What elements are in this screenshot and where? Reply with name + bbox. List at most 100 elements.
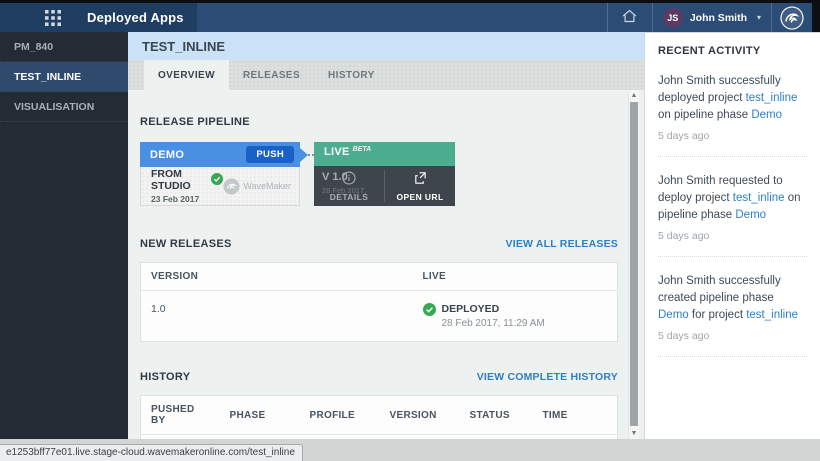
activity-text: John Smith requested to deploy project t… [658,173,807,224]
new-releases-heading: NEW RELEASES [140,238,232,250]
activity-time: 5 days ago [658,330,807,342]
project-link[interactable]: test_inline [733,192,785,204]
column-pushed-by: PUSHED BY [141,396,220,435]
beta-badge: BETA [353,146,372,153]
recent-activity-panel: RECENT ACTIVITY John Smith successfully … [644,32,820,439]
success-check-icon [211,173,223,188]
scroll-down-arrow[interactable]: ▼ [629,428,639,439]
history-heading: HISTORY [140,371,190,383]
user-menu[interactable]: JS John Smith ▾ [653,3,771,32]
activity-text-part: on pipeline phase [658,109,751,121]
project-link[interactable]: test_inline [746,309,798,321]
open-url-label: OPEN URL [396,192,443,202]
activity-item: John Smith successfully deployed project… [658,57,807,157]
vertical-scrollbar[interactable]: ▲ ▼ [628,90,639,439]
column-version: VERSION [380,396,460,435]
wavemaker-logo [772,3,812,32]
phase-link[interactable]: Demo [658,309,689,321]
release-version: 1.0 [141,291,413,342]
live-card-header: LIVE BETA [314,142,455,166]
release-pipeline-heading: RELEASE PIPELINE [140,116,618,128]
topbar: Deployed Apps JS John Smith ▾ [0,0,820,32]
brand-section: Deployed Apps [0,3,197,32]
status-url-tooltip: e1253bff77e01.live.stage-cloud.wavemaker… [0,444,303,461]
window-edge [812,3,820,32]
live-card-body: V 1.0 28 Feb 2017, DETAIL [314,166,455,206]
demo-card-header: DEMO PUSH [140,142,300,167]
push-button[interactable]: PUSH [246,146,294,163]
sidebar-item-test-inline[interactable]: TEST_INLINE [0,62,128,92]
sidebar-item-pm-840[interactable]: PM_840 [0,32,128,62]
tab-releases[interactable]: RELEASES [229,60,314,90]
projects-sidebar: PM_840 TEST_INLINE VISUALISATION [0,32,128,439]
details-button[interactable]: DETAILS [314,166,384,206]
home-icon [621,8,638,27]
details-label: DETAILS [330,192,369,202]
deploy-time: 28 Feb 2017, 11:29 AM [442,318,545,329]
avatar: JS [663,8,683,28]
phase-link[interactable]: Demo [735,209,766,221]
activity-text-part: for project [689,309,747,321]
new-releases-table: VERSION LIVE 1.0 [140,262,618,342]
column-time: TIME [533,396,618,435]
tabstrip: OVERVIEW RELEASES HISTORY [128,60,644,90]
from-studio-label: FROM STUDIO [151,168,207,192]
view-all-releases-link[interactable]: VIEW ALL RELEASES [506,238,619,250]
open-url-button[interactable]: OPEN URL [385,166,455,206]
overview-content: RELEASE PIPELINE DEMO PUSH FROM STUDIO [128,90,644,439]
column-version: VERSION [141,263,413,291]
column-status: STATUS [460,396,533,435]
wavemaker-mini-logo: WaveMaker [223,178,291,195]
success-check-icon [423,303,436,319]
demo-deploy-date: 23 Feb 2017 [151,194,223,204]
deploy-status: DEPLOYED [442,303,545,315]
scrollbar-thumb[interactable] [630,102,638,426]
activity-item: John Smith requested to deploy project t… [658,157,807,257]
sidebar-item-label: PM_840 [14,41,53,53]
table-header-row: PUSHED BY PHASE PROFILE VERSION STATUS T… [141,396,618,435]
activity-divider [658,356,807,357]
scroll-up-arrow[interactable]: ▲ [629,90,639,101]
home-button[interactable] [608,3,652,32]
phase-link[interactable]: Demo [751,109,782,121]
page-title: TEST_INLINE [128,32,644,60]
app-title: Deployed Apps [87,10,184,25]
history-heading-row: HISTORY VIEW COMPLETE HISTORY [140,371,618,383]
new-releases-heading-row: NEW RELEASES VIEW ALL RELEASES [140,238,618,250]
column-live: LIVE [413,263,618,291]
sidebar-item-visualisation[interactable]: VISUALISATION [0,92,128,122]
tab-overview[interactable]: OVERVIEW [144,60,229,90]
demo-card-body: FROM STUDIO 23 Feb 2017 [140,167,300,206]
user-name: John Smith [690,12,747,24]
chevron-down-icon: ▾ [757,13,761,22]
demo-phase-label: DEMO [150,149,184,161]
live-phase-label: LIVE [324,146,350,158]
open-url-icon [413,171,427,190]
pipeline-cards: DEMO PUSH FROM STUDIO [140,142,618,206]
activity-text: John Smith successfully created pipeline… [658,273,807,324]
activity-text-part: John Smith successfully created pipeline… [658,275,781,304]
live-phase-card: LIVE BETA V 1.0 28 Feb 2017, [314,142,455,206]
topbar-right: JS John Smith ▾ [607,3,820,32]
activity-time: 5 days ago [658,230,807,242]
history-table: PUSHED BY PHASE PROFILE VERSION STATUS T… [140,395,618,439]
project-link[interactable]: test_inline [746,92,798,104]
main-panel: TEST_INLINE OVERVIEW RELEASES HISTORY RE… [128,32,644,439]
table-header-row: VERSION LIVE [141,263,618,291]
apps-grid-icon[interactable] [45,10,61,26]
demo-phase-card: DEMO PUSH FROM STUDIO [140,142,300,206]
column-phase: PHASE [220,396,300,435]
view-complete-history-link[interactable]: VIEW COMPLETE HISTORY [477,371,618,383]
tab-history[interactable]: HISTORY [314,60,389,90]
deployed-apps-window: Deployed Apps JS John Smith ▾ [0,0,820,461]
recent-activity-heading: RECENT ACTIVITY [658,45,807,57]
sidebar-item-label: VISUALISATION [14,101,94,113]
deploy-status-cell: DEPLOYED 28 Feb 2017, 11:29 AM [423,303,608,329]
sidebar-item-label: TEST_INLINE [14,71,81,83]
wavemaker-logo-text: WaveMaker [243,181,291,191]
column-profile: PROFILE [300,396,380,435]
table-row: 1.0 DEPLOYED [141,291,618,342]
activity-text: John Smith successfully deployed project… [658,73,807,124]
activity-item: John Smith successfully created pipeline… [658,257,807,357]
info-icon [342,171,356,190]
